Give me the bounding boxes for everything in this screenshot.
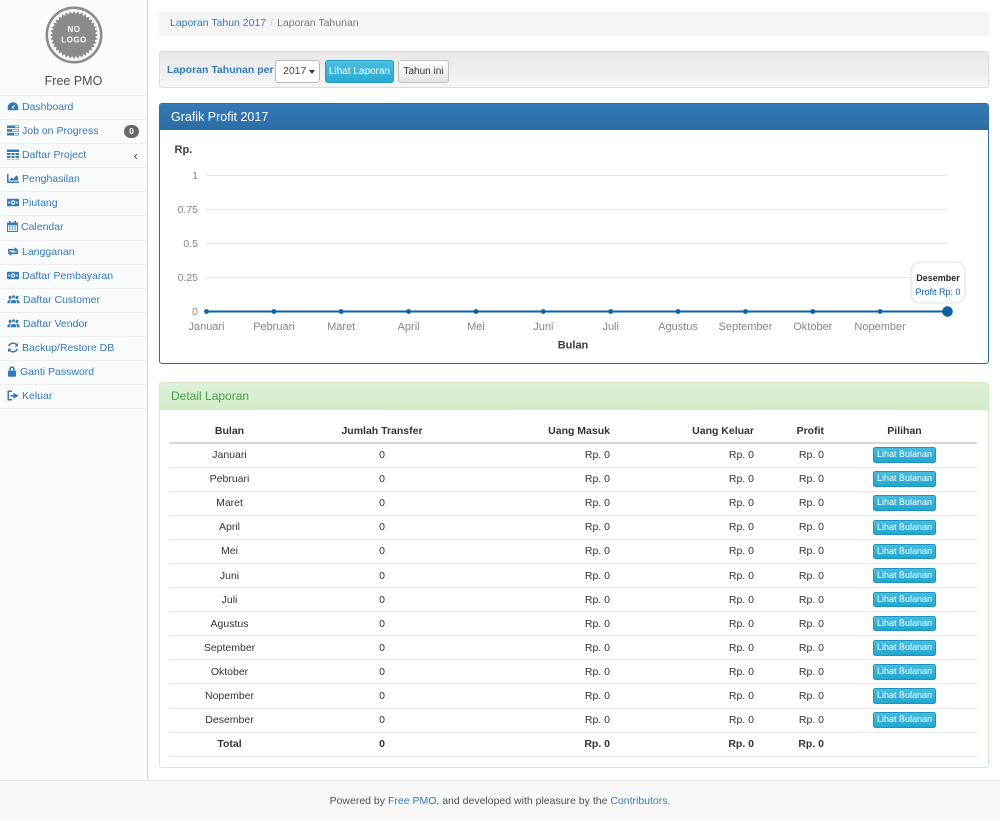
svg-text:Maret: Maret <box>327 321 355 333</box>
svg-text:Agustus: Agustus <box>658 321 698 333</box>
svg-text:0.25: 0.25 <box>178 272 199 284</box>
svg-text:Profit Rp: 0: Profit Rp: 0 <box>915 287 960 297</box>
svg-text:Desember: Desember <box>916 273 960 283</box>
svg-text:0.5: 0.5 <box>183 238 198 250</box>
svg-text:Juli: Juli <box>602 321 619 333</box>
svg-text:LOGO: LOGO <box>61 36 87 45</box>
svg-text:Pebruari: Pebruari <box>253 321 295 333</box>
svg-text:Mei: Mei <box>467 321 485 333</box>
svg-text:Nopember: Nopember <box>854 321 906 333</box>
svg-text:NO: NO <box>68 25 81 34</box>
svg-text:Bulan: Bulan <box>558 340 589 352</box>
svg-text:1: 1 <box>192 170 198 182</box>
svg-text:Juni: Juni <box>533 321 553 333</box>
svg-text:Oktober: Oktober <box>793 321 832 333</box>
svg-text:Rp.: Rp. <box>175 144 193 156</box>
svg-text:September: September <box>718 321 772 333</box>
svg-text:April: April <box>398 321 420 333</box>
svg-text:0: 0 <box>192 306 198 318</box>
svg-text:Januari: Januari <box>188 321 224 333</box>
svg-text:0.75: 0.75 <box>178 204 199 216</box>
